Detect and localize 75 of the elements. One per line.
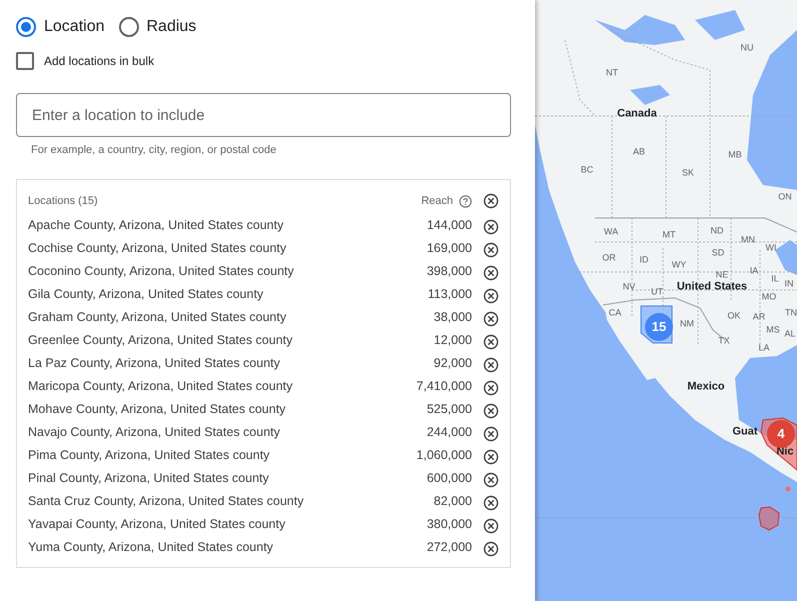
location-name: Maricopa County, Arizona, United States county [28,379,292,394]
region-label: LA [758,344,770,352]
region-label: BC [580,166,594,174]
reach-value: 169,000 [426,240,472,258]
region-label: AB [633,148,645,156]
reach-value: 244,000 [426,424,472,442]
reach-value: 1,060,000 [416,447,472,464]
region-label: NV [622,282,636,292]
helper-text: For example, a country, city, region, or postal code [31,143,276,158]
region-label: IN [784,280,794,288]
region-label: NU [740,44,754,52]
reach-value: 525,000 [426,401,472,418]
region-label: TX [718,336,730,346]
reach-value: 272,000 [426,539,472,556]
region-label: UT [651,288,663,296]
region-label: NM [680,320,694,328]
radio-option[interactable]: Radius [118,15,196,39]
location-name: Pinal County, Arizona, United States county [28,471,269,486]
location-name: Navajo County, Arizona, United States county [28,425,280,440]
region-label: NE [716,270,728,280]
reach-value: 7,410,000 [416,378,472,396]
region-label: MT [662,230,676,240]
region-label: WI [766,244,776,252]
checkbox-label[interactable]: Add locations in bulk [44,52,154,70]
region-label: AL [784,330,796,338]
region-label: MN [741,236,755,244]
reach-value: 600,000 [426,470,472,488]
region-label: OR [602,254,616,262]
region-label: IA [750,266,758,276]
region-label: WA [604,228,618,236]
country-label: Nic [776,446,794,458]
location-name: Apache County, Arizona, United States county [28,218,284,232]
reach-value: 144,000 [426,217,472,234]
reach-value: 38,000 [434,309,472,326]
location-name: La Paz County, Arizona, United States county [28,356,280,370]
radio-option[interactable]: Location [16,15,104,39]
reach-value: 113,000 [428,286,472,304]
region-label: CA [608,308,622,318]
reach-value: 380,000 [426,516,472,534]
location-search-field[interactable]: Enter a location to include [16,93,511,137]
location-name: Santa Cruz County, Arizona, United States county [28,494,304,508]
location-name: Greenlee County, Arizona, United States county [28,333,293,348]
table-title: Locations (15) [28,194,98,207]
region-label: SK [682,168,694,178]
reach-value: 398,000 [426,263,472,280]
country-label: United States [676,282,748,292]
reach-value: 92,000 [434,355,472,372]
map[interactable]: NU NT Canada AB BC SK MB ON WA MT ND MN WI OR ID WY SD NE IA IL NV UT United States MO IN CA NM OK AR TN MS AL TX LA Mexico Guat Nic 15 4 [535,0,797,601]
region-label: WY [672,260,686,270]
region-label: OK [728,312,740,320]
location-name: Yuma County, Arizona, United States county [28,540,274,554]
location-name: Mohave County, Arizona, United States county [28,402,286,416]
location-name: Graham County, Arizona, United States county [28,310,286,324]
region-label: IL [771,274,779,284]
country-label: Guat [732,426,758,438]
location-name: Coconino County, Arizona, United States county [28,264,294,278]
reach-value: 12,000 [434,332,472,350]
region-label: TN [785,308,797,318]
location-name: Gila County, Arizona, United States county [28,287,264,302]
region-label: MS [766,326,780,334]
column-header: Reach [421,194,453,209]
region-label: ID [640,256,648,264]
region-label: AR [752,312,766,322]
region-label: SD [712,248,724,258]
region-label: MO [762,292,776,302]
region-label: MB [728,150,742,160]
location-name: Cochise County, Arizona, United States county [28,241,286,256]
location-name: Pima County, Arizona, United States county [28,448,270,462]
region-label: ND [710,226,724,236]
location-name: Yavapai County, Arizona, United States county [28,517,286,532]
country-label: Mexico [687,382,725,392]
region-label: ON [778,192,792,202]
country-label: Canada [617,108,657,120]
region-label: NT [606,68,618,78]
reach-value: 82,000 [434,493,472,510]
